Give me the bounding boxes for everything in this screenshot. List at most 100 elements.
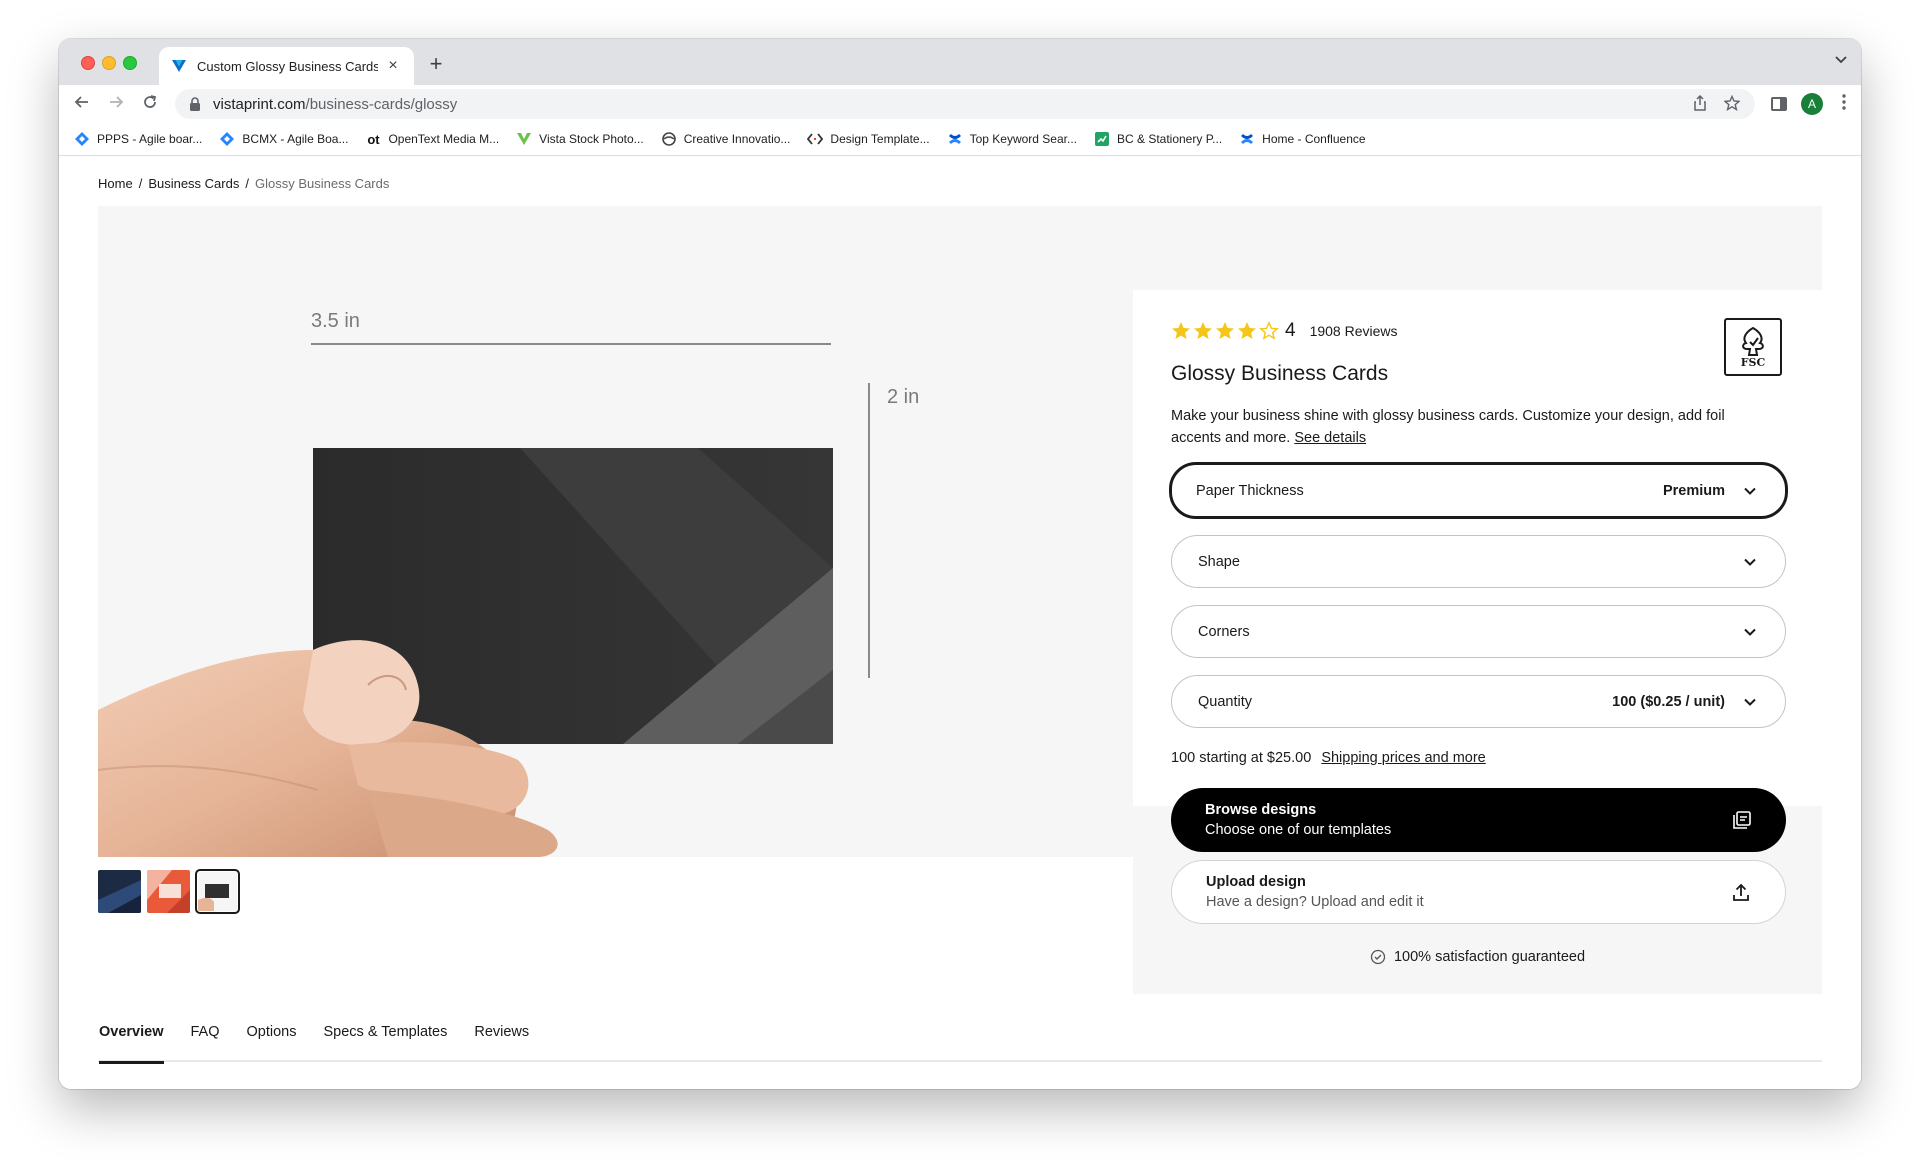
browse-designs-button[interactable]: Browse designs Choose one of our templat… — [1171, 788, 1786, 852]
quantity-select[interactable]: Quantity 100 ($0.25 / unit) — [1171, 675, 1786, 728]
review-count[interactable]: 1908 Reviews — [1310, 323, 1398, 339]
breadcrumb-home[interactable]: Home — [98, 176, 133, 191]
product-tabs: Overview FAQ Options Specs & Templates R… — [98, 1022, 1822, 1064]
title-bar: Custom Glossy Business Cards × + — [59, 39, 1861, 85]
guarantee-text: 100% satisfaction guaranteed — [1393, 949, 1586, 965]
bookmark-item[interactable]: BC & Stationery P... — [1094, 131, 1222, 147]
more-menu-icon[interactable] — [1837, 93, 1851, 115]
jira-diamond-icon — [74, 131, 90, 147]
bookmark-label: Creative Innovatio... — [683, 132, 791, 146]
see-details-link[interactable]: See details — [1294, 430, 1366, 446]
tab-reviews[interactable]: Reviews — [474, 1022, 529, 1062]
star-filled-icon — [1238, 322, 1256, 339]
bookmark-label: Design Template... — [830, 132, 930, 146]
shape-select[interactable]: Shape — [1171, 535, 1786, 588]
corners-label: Corners — [1198, 623, 1250, 640]
new-tab-button[interactable]: + — [424, 51, 448, 77]
starting-price: 100 starting at $25.00 — [1171, 750, 1312, 766]
star-outline-icon — [1259, 321, 1279, 340]
thumbnail-2[interactable] — [147, 870, 190, 913]
minimize-window-button[interactable] — [102, 56, 116, 70]
thumbnail-3[interactable] — [195, 869, 240, 914]
lock-icon[interactable] — [189, 97, 201, 111]
tab-faq[interactable]: FAQ — [191, 1022, 220, 1062]
bookmark-item[interactable]: Creative Innovatio... — [661, 131, 791, 147]
bookmark-label: Top Keyword Sear... — [969, 132, 1077, 146]
breadcrumb: Home / Business Cards / Glossy Business … — [98, 176, 389, 191]
product-image: 3.5 in 2 in — [98, 290, 1134, 857]
bookmarks-bar: PPPS - Agile boar... BCMX - Agile Boa...… — [59, 123, 1861, 156]
opentext-icon: ot — [367, 131, 380, 147]
vista-icon — [516, 131, 532, 147]
back-icon[interactable] — [71, 93, 93, 115]
image-thumbnails — [98, 869, 240, 914]
chevron-down-icon — [1744, 698, 1756, 706]
vistaprint-favicon-icon — [172, 60, 186, 72]
tab-title: Custom Glossy Business Cards — [197, 58, 378, 74]
bookmark-item[interactable]: Home - Confluence — [1239, 131, 1366, 147]
bookmark-star-icon[interactable] — [1723, 94, 1741, 113]
star-filled-icon — [1172, 322, 1190, 339]
bookmark-item[interactable]: Design Template... — [807, 131, 930, 147]
rating-value: 4 — [1285, 320, 1296, 341]
close-window-button[interactable] — [81, 56, 95, 70]
reload-icon[interactable] — [139, 93, 161, 115]
check-circle-icon — [1370, 949, 1386, 965]
paper-thickness-value: Premium — [1662, 482, 1725, 499]
fsc-logo: FSC — [1724, 318, 1782, 376]
confluence-icon — [1239, 131, 1255, 147]
forward-icon[interactable] — [105, 93, 127, 115]
width-dimension-label: 3.5 in — [311, 310, 360, 332]
quantity-label: Quantity — [1198, 693, 1252, 710]
height-dimension-label: 2 in — [887, 386, 920, 408]
breadcrumb-current: Glossy Business Cards — [254, 176, 390, 191]
height-dimension-line — [868, 383, 870, 678]
product-panel: 4 1908 Reviews FSC Glossy Business Cards… — [1133, 290, 1822, 994]
business-card-photo — [98, 448, 833, 857]
bookmark-label: BC & Stationery P... — [1116, 132, 1223, 146]
fsc-tree-icon — [1742, 326, 1764, 356]
bookmark-item[interactable]: Vista Stock Photo... — [516, 131, 644, 147]
maximize-window-button[interactable] — [123, 56, 137, 70]
paper-thickness-select[interactable]: Paper Thickness Premium — [1169, 462, 1788, 519]
chevron-down-icon — [1744, 487, 1756, 495]
thumbnail-1[interactable] — [98, 870, 141, 913]
bookmark-item[interactable]: PPPS - Agile boar... — [74, 131, 202, 147]
breadcrumb-category[interactable]: Business Cards — [148, 176, 239, 191]
profile-avatar[interactable]: A — [1801, 93, 1823, 115]
bookmark-item[interactable]: ot OpenText Media M... — [365, 131, 499, 147]
jira-diamond-icon — [219, 131, 235, 147]
tab-search-chevron-icon[interactable] — [1835, 53, 1847, 67]
globe-icon — [661, 131, 677, 147]
confluence-icon — [947, 131, 963, 147]
bookmark-label: Home - Confluence — [1262, 132, 1366, 146]
description-text: Make your business shine with glossy bus… — [1171, 408, 1725, 446]
url-text: vistaprint.com/business-cards/glossy — [213, 96, 457, 113]
bookmark-item[interactable]: Top Keyword Sear... — [947, 131, 1077, 147]
share-icon[interactable] — [1691, 94, 1709, 113]
fsc-text: FSC — [1740, 355, 1766, 369]
tab-overview[interactable]: Overview — [99, 1022, 164, 1064]
chevron-down-icon — [1744, 628, 1756, 636]
browser-tab[interactable]: Custom Glossy Business Cards × — [159, 47, 414, 85]
breadcrumb-separator: / — [138, 176, 143, 191]
star-filled-icon — [1216, 322, 1234, 339]
rating[interactable]: 4 1908 Reviews — [1171, 320, 1398, 342]
bookmark-item[interactable]: BCMX - Agile Boa... — [219, 131, 348, 147]
product-description: Make your business shine with glossy bus… — [1171, 405, 1771, 449]
upload-design-button[interactable]: Upload design Have a design? Upload and … — [1171, 860, 1786, 924]
code-icon — [807, 131, 824, 147]
upload-design-subtitle: Have a design? Upload and edit it — [1206, 894, 1424, 910]
side-panel-icon[interactable] — [1771, 97, 1787, 111]
bookmark-label: PPPS - Agile boar... — [97, 132, 203, 146]
quantity-value: 100 ($0.25 / unit) — [1612, 693, 1725, 710]
address-bar[interactable]: vistaprint.com/business-cards/glossy — [175, 89, 1755, 119]
chevron-down-icon — [1744, 558, 1756, 566]
shipping-prices-link[interactable]: Shipping prices and more — [1321, 750, 1485, 766]
corners-select[interactable]: Corners — [1171, 605, 1786, 658]
tab-options[interactable]: Options — [247, 1022, 297, 1062]
tab-close-icon[interactable]: × — [384, 57, 402, 75]
browser-window: Custom Glossy Business Cards × + vistapr… — [59, 39, 1861, 1089]
product-title: Glossy Business Cards — [1171, 362, 1389, 385]
tab-specs-templates[interactable]: Specs & Templates — [324, 1022, 448, 1062]
